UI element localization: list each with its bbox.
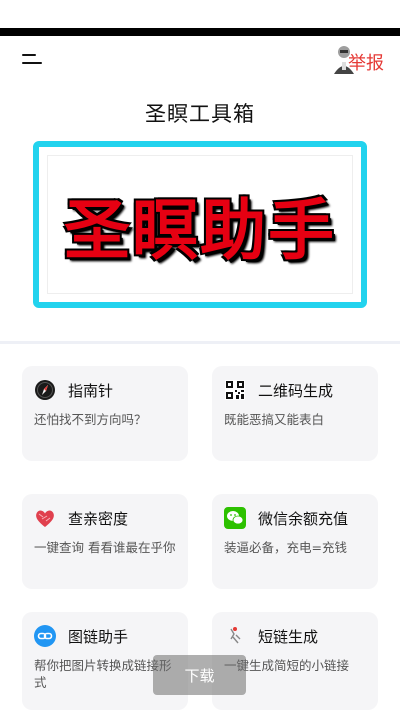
tool-title: 图链助手 bbox=[68, 627, 129, 646]
top-bar: 举报 bbox=[0, 36, 400, 84]
tool-card-compass[interactable]: 指南针 还怕找不到方向吗？ bbox=[22, 366, 188, 461]
status-bar bbox=[0, 0, 400, 36]
tool-desc: 一键查询 看看谁最在乎你 bbox=[34, 540, 176, 555]
tool-card-intimacy[interactable]: 查亲密度 一键查询 看看谁最在乎你 bbox=[22, 494, 188, 589]
status-strip bbox=[0, 28, 400, 36]
report-button[interactable]: 举报 bbox=[334, 46, 384, 76]
wechat-icon bbox=[224, 507, 246, 529]
tool-card-wechat-recharge[interactable]: 微信余额充值 装逼必备，充电=充钱 bbox=[212, 494, 378, 589]
heart-icon bbox=[36, 510, 54, 527]
tool-card-qrcode[interactable]: 二维码生成 既能恶搞又能表白 bbox=[212, 366, 378, 461]
divider bbox=[0, 341, 400, 344]
link-icon bbox=[34, 625, 56, 647]
shortlink-icon bbox=[230, 627, 241, 644]
download-button[interactable]: 下载 bbox=[153, 655, 246, 695]
tool-title: 查亲密度 bbox=[68, 509, 129, 528]
tool-desc: 既能恶搞又能表白 bbox=[224, 412, 325, 427]
page-title: 圣瞑工具箱 bbox=[145, 102, 255, 126]
menu-icon[interactable] bbox=[22, 50, 44, 68]
tool-title: 二维码生成 bbox=[258, 381, 334, 400]
banner-image: 圣瞑助手 bbox=[33, 141, 367, 308]
report-label: 举报 bbox=[348, 53, 384, 74]
tool-desc: 还怕找不到方向吗？ bbox=[34, 412, 147, 427]
qrcode-icon bbox=[225, 380, 245, 400]
tool-desc: 装逼必备，充电=充钱 bbox=[224, 540, 347, 555]
tool-title: 微信余额充值 bbox=[258, 509, 349, 528]
compass-icon bbox=[35, 380, 55, 400]
tool-title: 短链生成 bbox=[258, 627, 319, 646]
banner-text: 圣瞑助手 bbox=[64, 190, 336, 269]
tool-title: 指南针 bbox=[68, 381, 114, 400]
